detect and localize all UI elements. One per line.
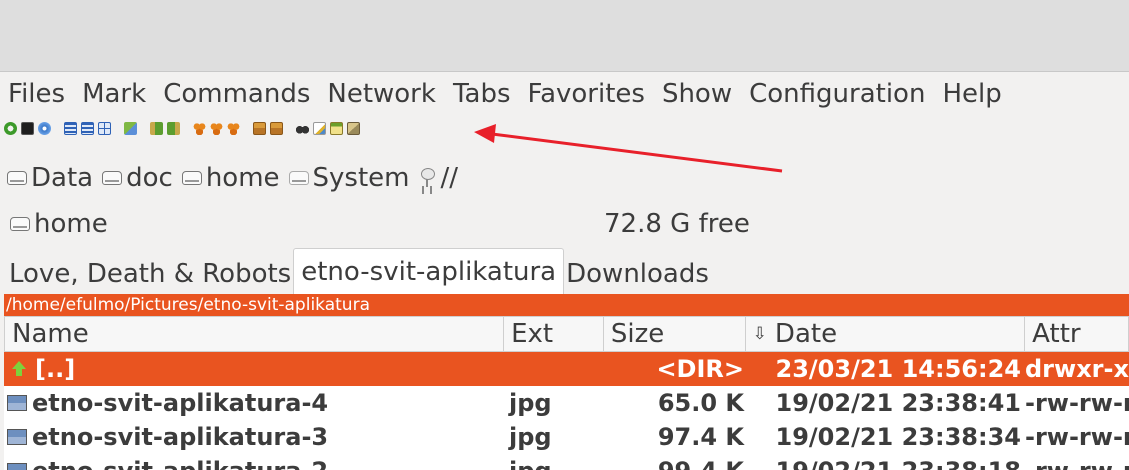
menu-show[interactable]: Show — [662, 79, 732, 109]
tab-bar: Love, Death & Robots etno-svit-aplikatur… — [0, 246, 1129, 294]
column-header-attr[interactable]: Attr — [1025, 317, 1128, 351]
full-view-icon[interactable] — [81, 121, 94, 135]
menu-favorites[interactable]: Favorites — [528, 79, 645, 109]
file-date: 23/03/21 14:56:24 — [775, 355, 1021, 383]
menu-mark[interactable]: Mark — [82, 79, 146, 109]
drive-button-system[interactable]: System — [288, 163, 410, 193]
test-archive-icon[interactable] — [227, 121, 240, 135]
column-header-ext[interactable]: Ext — [504, 317, 604, 351]
up-directory-icon — [11, 361, 27, 377]
drive-button-data[interactable]: Data — [7, 163, 93, 193]
file-attr: -rw-rw-r-- — [1025, 389, 1129, 417]
menu-configuration[interactable]: Configuration — [749, 79, 925, 109]
file-attr: -rw-rw-r-- — [1024, 457, 1129, 470]
multi-rename-icon[interactable] — [124, 121, 137, 135]
drive-button-network[interactable]: // — [419, 163, 459, 193]
file-row[interactable]: etno-svit-aplikatura-2 jpg 99.4 K 19/02/… — [4, 454, 1129, 470]
menu-network[interactable]: Network — [327, 79, 436, 109]
file-row[interactable]: etno-svit-aplikatura-4 jpg 65.0 K 19/02/… — [4, 386, 1129, 420]
menu-tabs[interactable]: Tabs — [453, 79, 511, 109]
file-size: <DIR> — [656, 355, 744, 383]
file-attr: -rw-rw-r-- — [1025, 423, 1129, 451]
file-row[interactable]: etno-svit-aplikatura-3 jpg 97.4 K 19/02/… — [4, 420, 1129, 454]
drive-info-bar: home 72.8 G free — [0, 206, 1129, 242]
drive-button-doc[interactable]: doc — [102, 163, 173, 193]
options-icon[interactable] — [38, 121, 51, 135]
refresh-icon[interactable] — [4, 121, 17, 135]
drive-label: Data — [31, 163, 94, 193]
file-size: 65.0 K — [657, 389, 744, 417]
drive-label: doc — [126, 163, 173, 193]
image-file-icon — [7, 463, 27, 470]
file-name: [..] — [35, 355, 76, 383]
archive-icon[interactable] — [270, 121, 283, 135]
drive-icon — [7, 171, 27, 185]
drive-label: // — [440, 163, 459, 193]
menu-help[interactable]: Help — [942, 79, 1001, 109]
image-file-icon — [7, 395, 27, 411]
copy-left-icon[interactable] — [150, 121, 163, 135]
tab-love-death-robots[interactable]: Love, Death & Robots — [7, 254, 293, 294]
sort-down-icon: ⇩ — [752, 324, 767, 344]
file-date: 19/02/21 23:38:34 — [775, 423, 1021, 451]
column-header-name[interactable]: Name — [5, 317, 505, 351]
current-path-bar[interactable]: /home/efulmo/Pictures/etno-svit-aplikatu… — [4, 294, 1129, 316]
window-titlebar[interactable] — [0, 0, 1129, 72]
drive-icon — [102, 171, 123, 185]
column-header-date-label: Date — [774, 319, 838, 349]
toolbar — [4, 118, 364, 138]
file-date: 19/02/21 23:38:41 — [775, 389, 1021, 417]
unpack-icon[interactable] — [210, 121, 223, 135]
drive-button-home[interactable]: home — [181, 163, 280, 193]
pack-icon[interactable] — [193, 121, 206, 135]
image-file-icon — [7, 429, 27, 445]
drive-icon — [288, 171, 309, 185]
file-ext: jpg — [509, 423, 552, 451]
free-space-label: 72.8 G free — [604, 209, 750, 239]
extract-icon[interactable] — [253, 121, 266, 135]
thumbnail-view-icon[interactable] — [98, 121, 111, 135]
menu-files[interactable]: Files — [8, 79, 65, 109]
brief-view-icon[interactable] — [64, 121, 77, 135]
menu-commands[interactable]: Commands — [163, 79, 310, 109]
column-header: Name Ext Size ⇩ Date Attr — [4, 316, 1129, 352]
drive-label: System — [312, 163, 410, 193]
notepad-icon[interactable] — [330, 121, 343, 135]
drive-bar: Data doc home System // — [0, 160, 467, 196]
copy-right-icon[interactable] — [167, 121, 180, 135]
file-name: etno-svit-aplikatura-4 — [32, 389, 329, 417]
column-header-size[interactable]: Size — [604, 317, 746, 351]
tab-downloads[interactable]: Downloads — [564, 254, 711, 294]
file-date: 19/02/21 23:38:18 — [746, 457, 1024, 470]
tab-etno-svit-aplikatura[interactable]: etno-svit-aplikatura — [293, 248, 565, 294]
drive-icon — [10, 217, 30, 231]
file-ext: jpg — [504, 457, 604, 470]
network-icon — [419, 168, 435, 188]
file-list: [..] <DIR> 23/03/21 14:56:24 drwxr-xr-x … — [4, 352, 1129, 470]
file-name: etno-svit-aplikatura-2 — [32, 457, 328, 470]
column-header-date[interactable]: ⇩ Date — [746, 317, 1026, 351]
terminal-icon[interactable] — [21, 121, 34, 135]
current-drive-label[interactable]: home — [34, 209, 108, 239]
file-ext: jpg — [509, 389, 552, 417]
search-icon[interactable] — [296, 121, 309, 135]
file-name: etno-svit-aplikatura-3 — [32, 423, 329, 451]
file-attr: drwxr-xr-x — [1025, 355, 1129, 383]
file-size: 99.4 K — [604, 457, 746, 470]
drive-label: home — [205, 163, 280, 193]
edit-icon[interactable] — [313, 121, 326, 135]
copy-names-icon[interactable] — [347, 121, 360, 135]
menubar: Files Mark Commands Network Tabs Favorit… — [0, 73, 1129, 115]
file-row-parent[interactable]: [..] <DIR> 23/03/21 14:56:24 drwxr-xr-x — [4, 352, 1129, 386]
drive-icon — [181, 171, 202, 185]
file-size: 97.4 K — [657, 423, 744, 451]
